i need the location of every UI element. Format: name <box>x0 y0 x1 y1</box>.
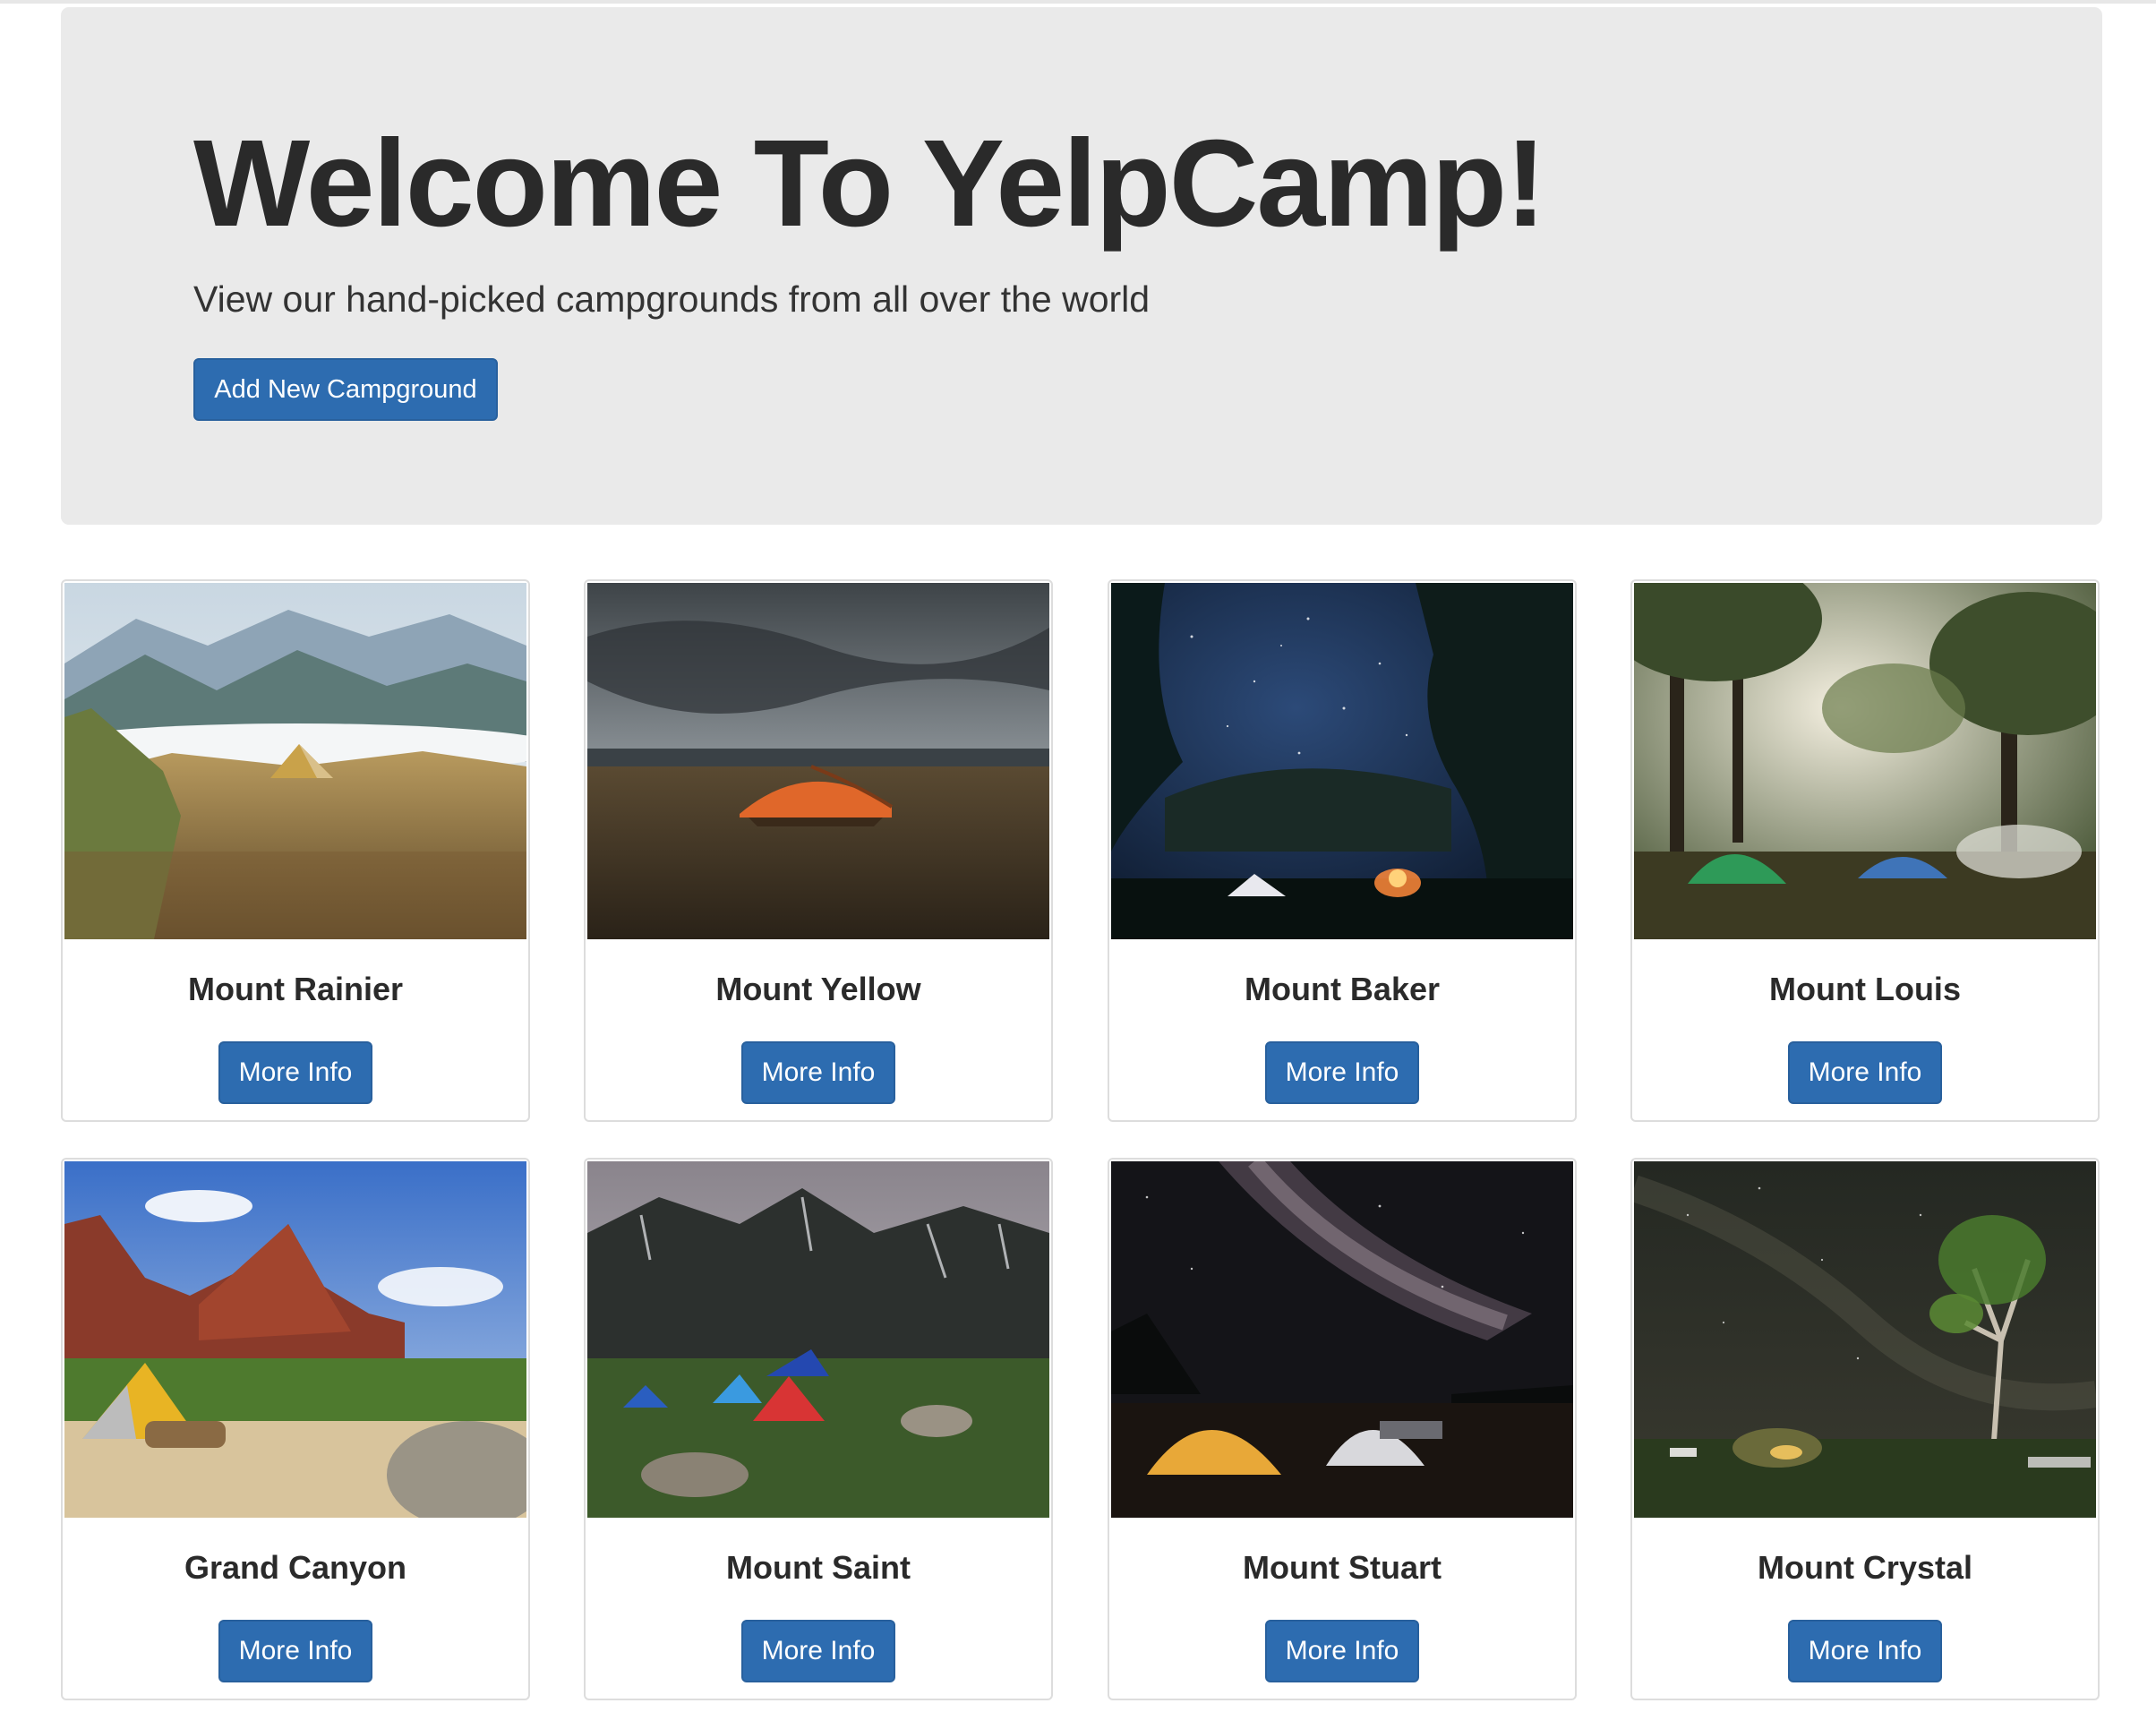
campground-image-mount-yellow[interactable] <box>587 583 1049 939</box>
campground-image-mount-baker[interactable] <box>1111 583 1573 939</box>
campground-image-mount-saint[interactable] <box>587 1161 1049 1518</box>
campground-card: Mount Crystal More Info <box>1630 1158 2100 1700</box>
campground-name: Mount Saint <box>726 1549 911 1586</box>
campground-image-mount-stuart[interactable] <box>1111 1161 1573 1518</box>
more-info-button[interactable]: More Info <box>1265 1041 1419 1104</box>
more-info-button[interactable]: More Info <box>218 1620 372 1682</box>
top-border <box>0 0 2156 4</box>
campground-card: Mount Yellow More Info <box>584 579 1053 1122</box>
campground-name: Mount Crystal <box>1757 1549 1972 1586</box>
campground-name: Mount Yellow <box>715 971 921 1007</box>
campground-card: Grand Canyon More Info <box>61 1158 530 1700</box>
campground-image-grand-canyon[interactable] <box>64 1161 526 1518</box>
campground-card: Mount Louis More Info <box>1630 579 2100 1122</box>
more-info-button[interactable]: More Info <box>741 1041 895 1104</box>
more-info-button[interactable]: More Info <box>741 1620 895 1682</box>
campground-card: Mount Saint More Info <box>584 1158 1053 1700</box>
more-info-button[interactable]: More Info <box>1788 1620 1942 1682</box>
campground-image-mount-crystal[interactable] <box>1634 1161 2096 1518</box>
page-title: Welcome To YelpCamp! <box>193 115 1546 253</box>
more-info-button[interactable]: More Info <box>218 1041 372 1104</box>
campground-name: Mount Rainier <box>188 971 403 1007</box>
campground-card: Mount Baker More Info <box>1108 579 1577 1122</box>
campground-image-mount-rainier[interactable] <box>64 583 526 939</box>
jumbotron: Welcome To YelpCamp! View our hand-picke… <box>61 7 2102 525</box>
page-subtitle: View our hand-picked campgrounds from al… <box>193 278 1151 320</box>
campground-name: Mount Louis <box>1769 971 1961 1007</box>
campground-name: Grand Canyon <box>184 1549 407 1586</box>
add-campground-button[interactable]: Add New Campground <box>193 358 498 421</box>
more-info-button[interactable]: More Info <box>1265 1620 1419 1682</box>
campground-image-mount-louis[interactable] <box>1634 583 2096 939</box>
more-info-button[interactable]: More Info <box>1788 1041 1942 1104</box>
campground-name: Mount Baker <box>1244 971 1441 1007</box>
campground-name: Mount Stuart <box>1243 1549 1442 1586</box>
campground-card: Mount Stuart More Info <box>1108 1158 1577 1700</box>
campground-card: Mount Rainier More Info <box>61 579 530 1122</box>
